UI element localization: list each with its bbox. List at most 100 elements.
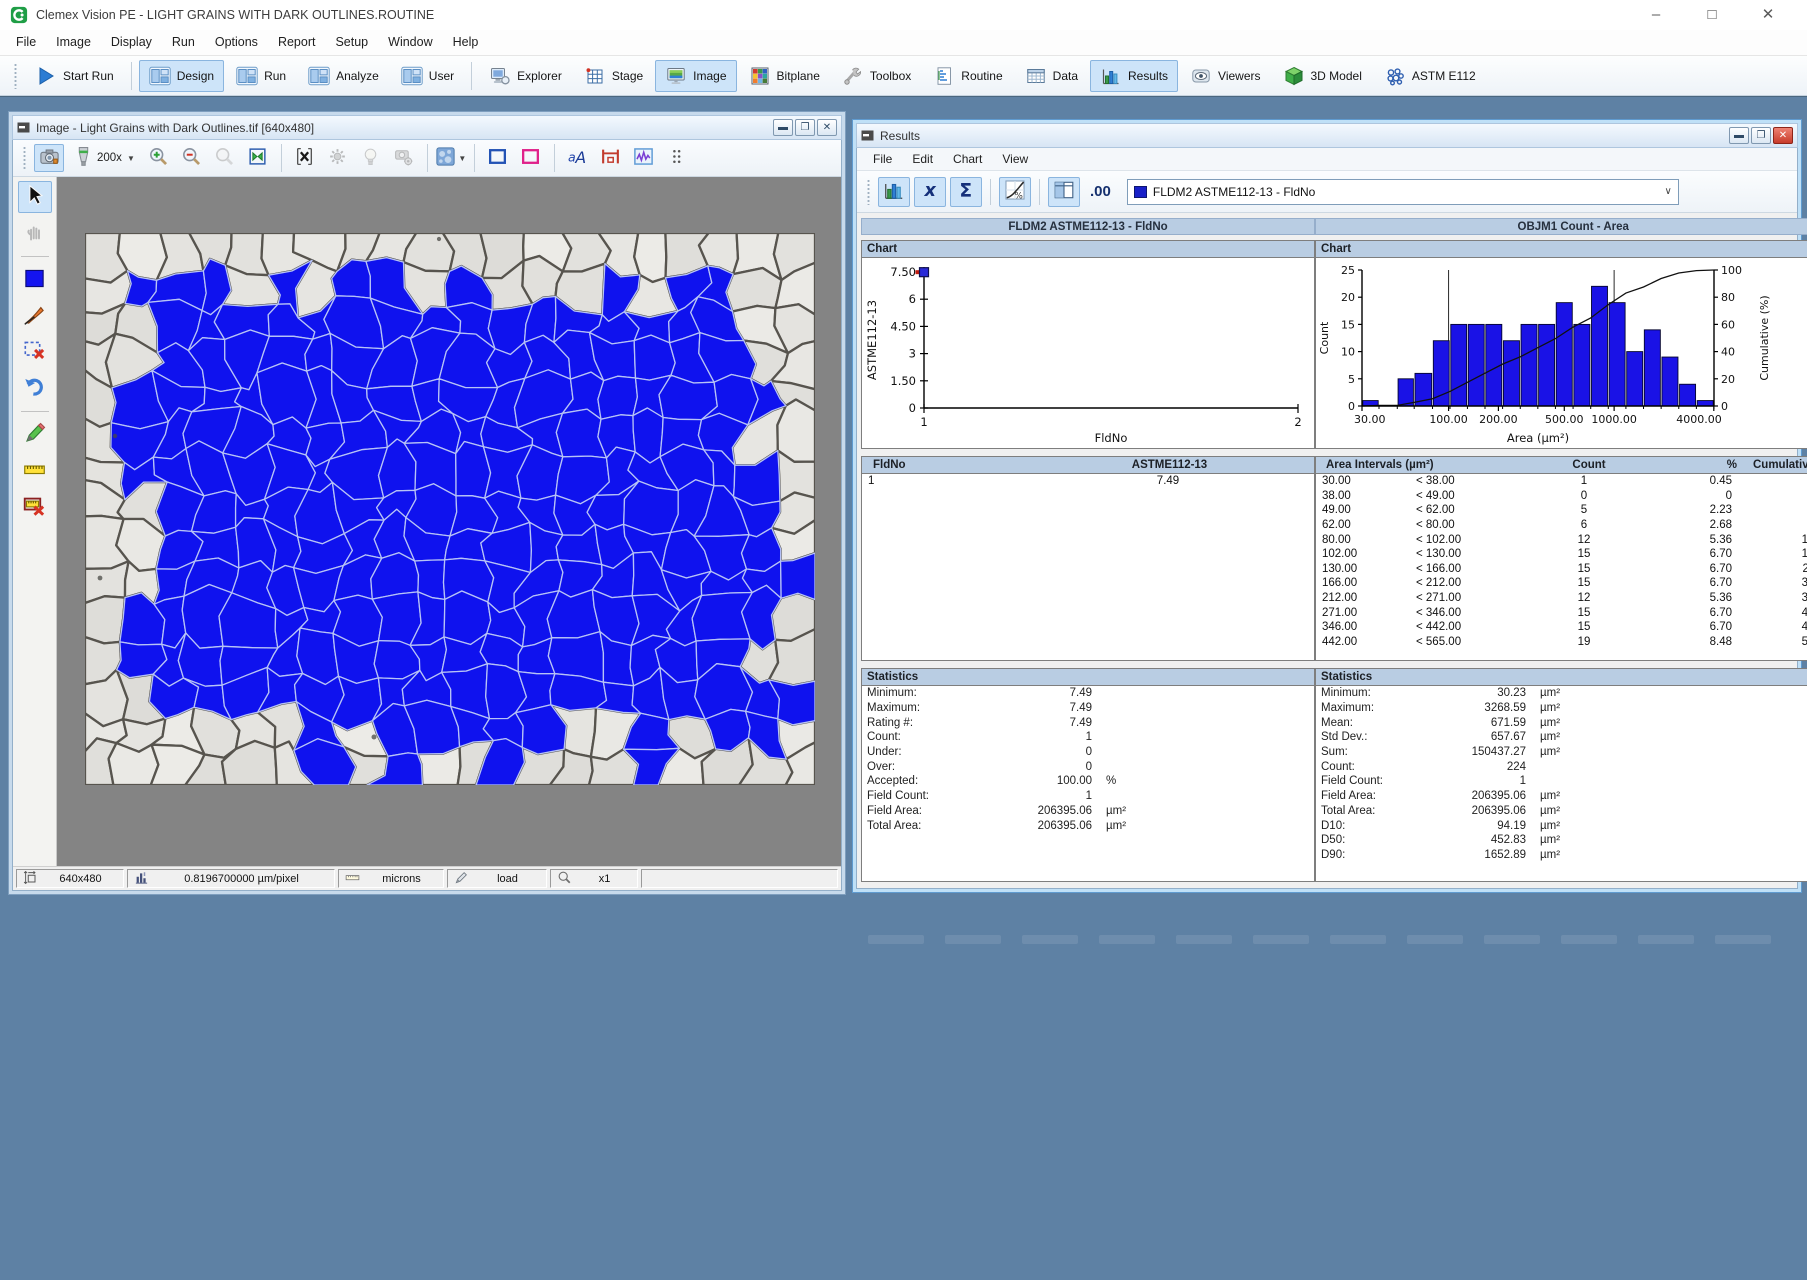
svg-text:0: 0 <box>1721 400 1728 413</box>
results-maximize-button[interactable]: ❐ <box>1751 127 1771 144</box>
table-row[interactable]: 166.00< 212.00156.7030.80 <box>1316 576 1807 591</box>
table-row[interactable]: 80.00< 102.00125.3610.71 <box>1316 532 1807 547</box>
stat-unit: µm² <box>1526 717 1560 729</box>
image-window-maximize-button[interactable]: ❐ <box>795 119 815 136</box>
ruler-tool-button[interactable] <box>18 455 52 487</box>
table-row[interactable]: 271.00< 346.00156.7042.86 <box>1316 605 1807 620</box>
results-window-titlebar[interactable]: Results ▬ ❐ ✕ <box>856 123 1798 148</box>
toolbar-separator <box>1039 179 1040 205</box>
camera-icon <box>39 146 60 170</box>
start-run-button[interactable]: Start Run <box>25 60 124 92</box>
profile-button[interactable] <box>629 144 659 172</box>
results-menu-view[interactable]: View <box>992 148 1038 170</box>
bitplane-pattern-button[interactable]: ▼ <box>436 144 466 172</box>
magenta-frame-button[interactable] <box>516 144 546 172</box>
menu-run[interactable]: Run <box>162 30 205 55</box>
image-canvas[interactable] <box>57 177 841 866</box>
astm-e112-button[interactable]: ASTM E112 <box>1374 60 1486 92</box>
menu-setup[interactable]: Setup <box>325 30 378 55</box>
menu-window[interactable]: Window <box>378 30 442 55</box>
app-toolbar: Start Run DesignRunAnalyzeUser ExplorerSta… <box>0 56 1807 96</box>
toolbar-separator <box>427 144 428 172</box>
cell-fldno: 1 <box>862 475 1022 487</box>
annotation-button[interactable]: aA <box>563 144 593 172</box>
ruler-delete-tool-button[interactable] <box>18 491 52 523</box>
menu-image[interactable]: Image <box>46 30 101 55</box>
results-menu-edit[interactable]: Edit <box>902 148 943 170</box>
user-button[interactable]: User <box>391 60 464 92</box>
toolbox-button[interactable]: Toolbox <box>832 60 921 92</box>
results-menu-file[interactable]: File <box>863 148 902 170</box>
app-maximize-button[interactable]: □ <box>1701 0 1723 30</box>
rsigma-button[interactable]: Σ <box>950 177 982 207</box>
fit-window-button[interactable] <box>243 144 273 172</box>
pencil-tool-button[interactable] <box>18 419 52 451</box>
table-row[interactable]: 38.00< 49.00000.45 <box>1316 489 1807 504</box>
menu-display[interactable]: Display <box>101 30 162 55</box>
marquee-delete-tool-button[interactable] <box>18 336 52 368</box>
run-button[interactable]: Run <box>226 60 296 92</box>
rx-button[interactable]: x <box>914 177 946 207</box>
table-row[interactable]: 62.00< 80.0062.685.36 <box>1316 518 1807 533</box>
explorer-button[interactable]: Explorer <box>479 60 572 92</box>
cursor-tool-button[interactable] <box>18 181 52 213</box>
menu-file[interactable]: File <box>6 30 46 55</box>
image-window-close-button[interactable]: ✕ <box>817 119 837 136</box>
bitplane-button[interactable]: Bitplane <box>739 60 830 92</box>
blue-frame-button[interactable] <box>483 144 513 172</box>
results-menu-chart[interactable]: Chart <box>943 148 992 170</box>
table-row[interactable]: 130.00< 166.00156.7024.11 <box>1316 562 1807 577</box>
table-row[interactable]: 102.00< 130.00156.7017.41 <box>1316 547 1807 562</box>
design-button[interactable]: Design <box>139 60 224 92</box>
camera-settings-button[interactable] <box>389 144 419 172</box>
menu-report[interactable]: Report <box>268 30 326 55</box>
rcum-button[interactable]: % <box>999 177 1031 207</box>
objective-button[interactable]: 200x▼ <box>67 144 141 172</box>
app-minimize-button[interactable]: – <box>1645 0 1667 30</box>
table-row[interactable]: 49.00< 62.0052.232.68 <box>1316 503 1807 518</box>
ruler-delete-icon <box>23 494 46 520</box>
table-row[interactable]: 17.49 <box>862 474 1314 489</box>
results-close-button[interactable]: ✕ <box>1773 127 1793 144</box>
lamp-button[interactable] <box>356 144 386 172</box>
cell-percent: 6.70 <box>1636 607 1732 619</box>
result-selector-dropdown[interactable]: FLDM2 ASTME112-13 - FldNo ∨ <box>1127 179 1679 205</box>
auto-settings-button[interactable] <box>323 144 353 172</box>
blue-square-tool-button[interactable] <box>18 264 52 296</box>
stat-label: Accepted: <box>862 775 980 787</box>
data-button[interactable]: Data <box>1015 60 1088 92</box>
table-row[interactable]: 346.00< 442.00156.7049.55 <box>1316 620 1807 635</box>
zoom-reset-button[interactable] <box>210 144 240 172</box>
caliper-button[interactable] <box>596 144 626 172</box>
decimal-format-label[interactable]: .00 <box>1090 183 1111 200</box>
image-window-minimize-button[interactable]: ▬ <box>773 119 793 136</box>
table-row[interactable]: 212.00< 271.00125.3636.16 <box>1316 591 1807 606</box>
table-row[interactable]: 442.00< 565.00198.4858.04 <box>1316 635 1807 650</box>
undo-tool-button[interactable] <box>18 372 52 404</box>
more-button[interactable] <box>662 144 692 172</box>
menu-options[interactable]: Options <box>205 30 268 55</box>
results-button[interactable]: Results <box>1090 60 1178 92</box>
zoom-out-button[interactable] <box>177 144 207 172</box>
results-minimize-button[interactable]: ▬ <box>1729 127 1749 144</box>
panes-icon <box>401 66 423 86</box>
brush-tool-button[interactable] <box>18 300 52 332</box>
image-button[interactable]: Image <box>655 60 736 92</box>
camera-button[interactable] <box>34 144 64 172</box>
window-system-icon[interactable] <box>861 130 874 141</box>
analyze-button[interactable]: Analyze <box>298 60 389 92</box>
discard-button[interactable] <box>290 144 320 172</box>
app-close-button[interactable]: ✕ <box>1757 0 1779 30</box>
rbars-button[interactable] <box>878 177 910 207</box>
image-window-titlebar[interactable]: Image - Light Grains with Dark Outlines.… <box>12 115 842 140</box>
window-system-icon[interactable] <box>17 122 30 133</box>
menu-help[interactable]: Help <box>443 30 489 55</box>
3d-model-button[interactable]: 3D Model <box>1273 60 1372 92</box>
routine-button[interactable]: Routine <box>923 60 1012 92</box>
zoom-in-button[interactable] <box>144 144 174 172</box>
rtable-button[interactable] <box>1048 177 1080 207</box>
table-row[interactable]: 30.00< 38.0010.450.45 <box>1316 474 1807 489</box>
stage-button[interactable]: Stage <box>574 60 653 92</box>
hand-tool-button[interactable] <box>18 217 52 249</box>
viewers-button[interactable]: Viewers <box>1180 60 1270 92</box>
